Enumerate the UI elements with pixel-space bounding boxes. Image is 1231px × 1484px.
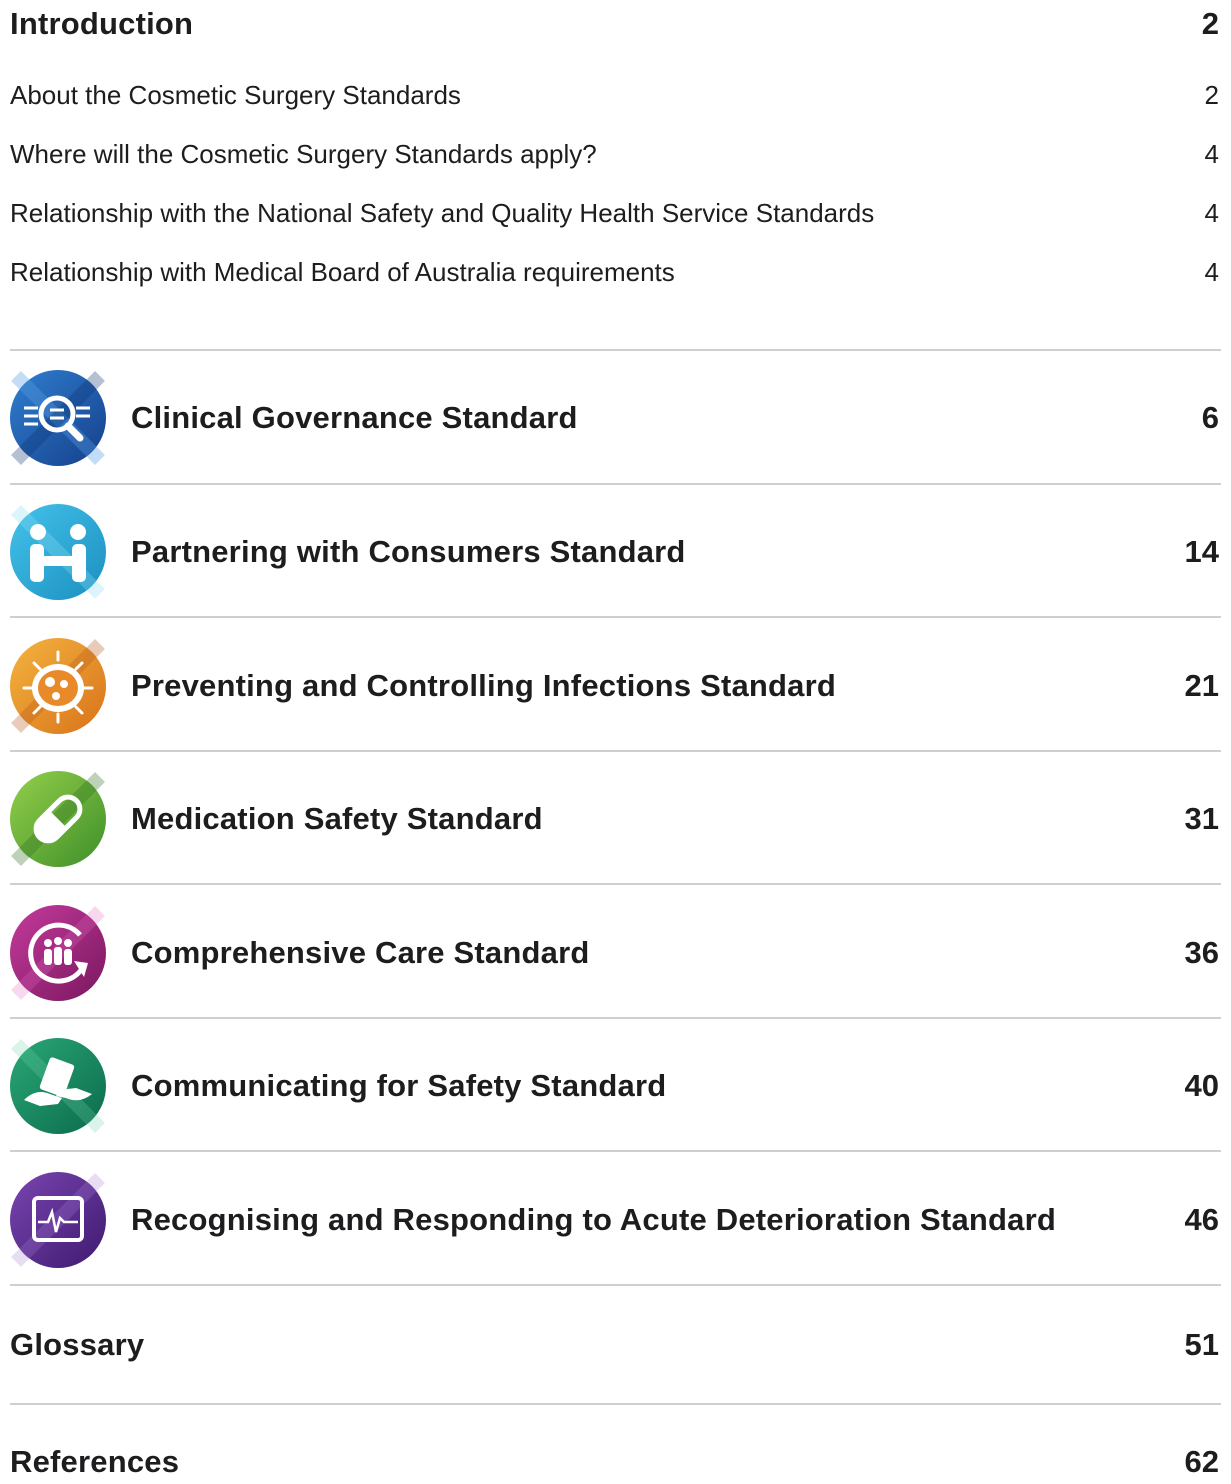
standard-title: Comprehensive Care Standard (131, 935, 590, 970)
divider (10, 616, 1221, 618)
subsection-title: Where will the Cosmetic Surgery Standard… (10, 139, 597, 169)
divider (10, 1150, 1221, 1152)
care-cycle-icon (10, 905, 106, 1001)
handover-icon (10, 1038, 106, 1134)
toc-subentry[interactable]: About the Cosmetic Surgery Standards 2 (0, 80, 1231, 114)
toc-subentry[interactable]: Relationship with Medical Board of Austr… (0, 257, 1231, 291)
toc-subentry[interactable]: Where will the Cosmetic Surgery Standard… (0, 139, 1231, 173)
section-title: References (10, 1444, 180, 1479)
toc-subentry[interactable]: Relationship with the National Safety an… (0, 198, 1231, 232)
toc-entry-introduction[interactable]: Introduction 2 (0, 6, 1231, 46)
page-number: 4 (1204, 198, 1219, 228)
page-number: 31 (1184, 801, 1219, 836)
divider (10, 750, 1221, 752)
divider (10, 1017, 1221, 1019)
page-number: 51 (1184, 1327, 1219, 1362)
page-number: 46 (1184, 1202, 1219, 1237)
section-title: Introduction (10, 6, 194, 41)
microbe-icon (10, 638, 106, 734)
divider (10, 1403, 1221, 1405)
standard-title: Clinical Governance Standard (131, 400, 578, 435)
divider (10, 1284, 1221, 1286)
monitor-icon (10, 1172, 106, 1268)
pill-icon (10, 771, 106, 867)
toc-entry-communicating-for-safety[interactable]: Communicating for Safety Standard 40 (0, 1038, 1231, 1134)
page-number: 62 (1184, 1444, 1219, 1479)
standard-title: Partnering with Consumers Standard (131, 534, 686, 569)
page-number: 2 (1201, 6, 1219, 41)
standard-title: Preventing and Controlling Infections St… (131, 668, 837, 703)
subsection-title: About the Cosmetic Surgery Standards (10, 80, 461, 110)
page-number: 2 (1204, 80, 1219, 110)
divider (10, 883, 1221, 885)
page-number: 40 (1184, 1068, 1219, 1103)
page-number: 6 (1201, 400, 1219, 435)
toc-entry-preventing-infections[interactable]: Preventing and Controlling Infections St… (0, 638, 1231, 734)
page-number: 14 (1184, 534, 1219, 569)
divider (10, 349, 1221, 351)
magnifier-icon (10, 370, 106, 466)
toc-entry-acute-deterioration[interactable]: Recognising and Responding to Acute Dete… (0, 1172, 1231, 1268)
page-number: 36 (1184, 935, 1219, 970)
toc-entry-glossary[interactable]: Glossary 51 (0, 1327, 1231, 1367)
standard-title: Communicating for Safety Standard (131, 1068, 667, 1103)
page-number: 21 (1184, 668, 1219, 703)
toc-entry-partnering-with-consumers[interactable]: Partnering with Consumers Standard 14 (0, 504, 1231, 600)
subsection-title: Relationship with the National Safety an… (10, 198, 875, 228)
page-number: 4 (1204, 139, 1219, 169)
section-title: Glossary (10, 1327, 145, 1362)
toc-entry-clinical-governance[interactable]: Clinical Governance Standard 6 (0, 370, 1231, 466)
standard-title: Medication Safety Standard (131, 801, 543, 836)
people-icon (10, 504, 106, 600)
toc-entry-comprehensive-care[interactable]: Comprehensive Care Standard 36 (0, 905, 1231, 1001)
toc-entry-references[interactable]: References 62 (0, 1444, 1231, 1484)
standard-title: Recognising and Responding to Acute Dete… (131, 1202, 1057, 1237)
toc-entry-medication-safety[interactable]: Medication Safety Standard 31 (0, 771, 1231, 867)
subsection-title: Relationship with Medical Board of Austr… (10, 257, 675, 287)
page-number: 4 (1204, 257, 1219, 287)
divider (10, 483, 1221, 485)
